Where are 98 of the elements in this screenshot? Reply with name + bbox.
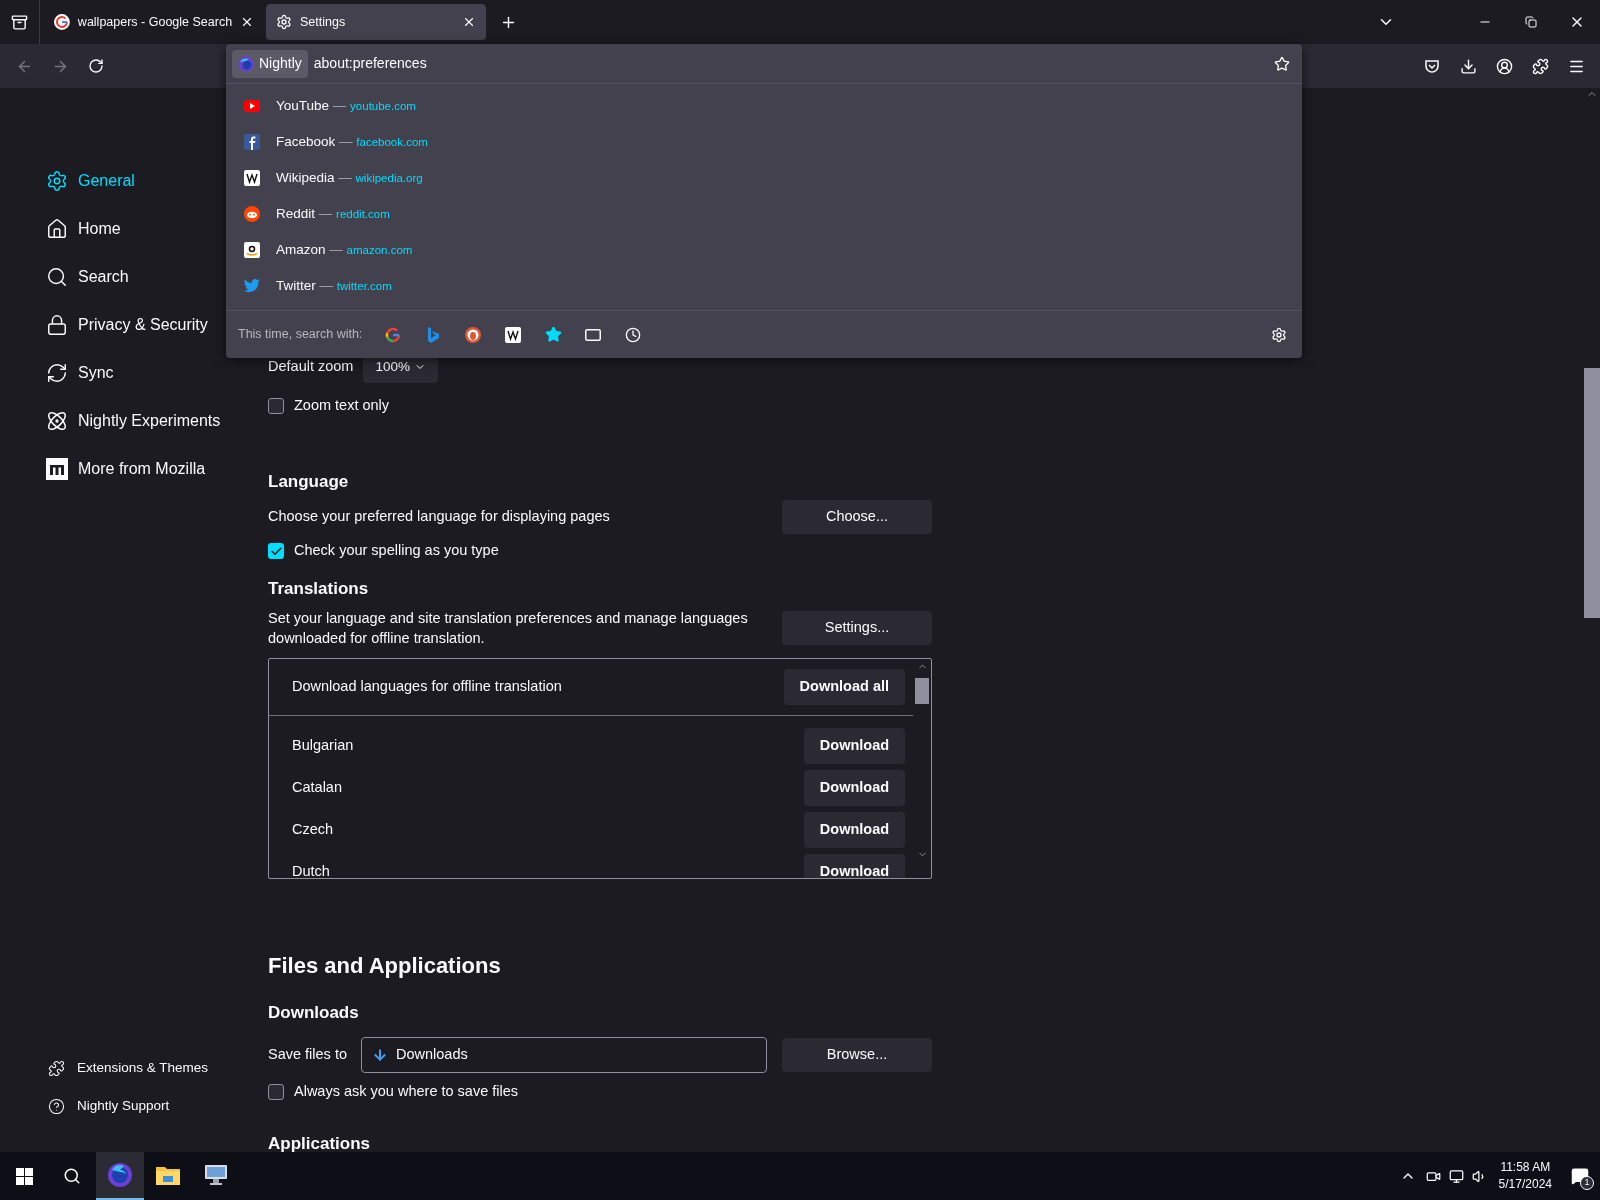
download-button[interactable]: Download [804,853,905,878]
settings-icon [276,14,292,30]
category-item[interactable]: Sync [46,349,268,397]
category-item[interactable]: Nightly Experiments [46,397,268,445]
url-field[interactable]: about:preferences [313,53,1274,74]
scrollbar-thumb[interactable] [915,677,929,704]
folder-icon [156,1165,180,1185]
smile-square-icon [244,242,260,258]
suggestion-text: YouTube — youtube.com [276,96,416,115]
section-heading: Downloads [268,1001,360,1024]
puzzle-icon [1531,57,1549,75]
notification-count: 1 [1580,1176,1594,1190]
section-title: Files and Applications [268,951,502,980]
download-button[interactable]: Download [804,727,905,764]
search-with-label: This time, search with: [238,326,363,344]
star-icon[interactable] [1274,55,1290,72]
video-play-icon [244,100,260,112]
checkbox-label: Always ask you where to save files [294,1082,519,1101]
help-icon [48,1097,65,1115]
download-all-button[interactable]: Download all [783,668,905,705]
puzzle-icon [48,1059,65,1077]
tab-title: Settings [300,13,347,31]
suggestion-row[interactable]: Facebook — facebook.com [226,124,1302,160]
suggestion-row[interactable]: YouTube — youtube.com [226,88,1302,124]
suggestion-text: Twitter — twitter.com [276,276,392,295]
search-icon [46,266,68,288]
search-icon [63,1167,81,1185]
bird-icon [244,279,260,293]
m-square-icon [46,458,68,480]
suggestion-text: Wikipedia — wikipedia.org [276,168,423,187]
choose-button[interactable]: Choose... [782,500,932,535]
description-text: Choose your preferred language for displaying pages [268,507,610,527]
arrow-down-icon [372,1047,388,1063]
f-square-icon [244,134,260,150]
wiki-square-icon [244,170,260,186]
monitor-icon [204,1164,228,1186]
settings-icon [1271,326,1287,343]
tab-icon [585,328,602,341]
scrollbar-thumb[interactable] [1584,368,1600,618]
windows-logo-icon [15,1167,33,1185]
section-heading: Translations [268,578,370,600]
suggestion-text: Facebook — facebook.com [276,132,428,151]
tab-title: wallpapers - Google Search [77,13,233,31]
restore-icon [1525,16,1537,28]
reload-icon [88,58,104,74]
section-heading: Applications [268,1132,371,1152]
checkbox[interactable] [268,543,284,560]
download-button[interactable]: Download [804,811,905,848]
tab-manager-icon [11,13,28,31]
atom-icon [46,410,68,432]
footer-link[interactable]: Extensions & Themes [46,1049,268,1087]
browser-tab[interactable]: wallpapers - Google Search [44,4,264,40]
translation-settings-button[interactable]: Settings... [782,610,932,645]
notifications-button[interactable]: 1 [1560,1152,1600,1200]
suggestion-text: Amazon — amazon.com [276,240,413,259]
list-header-text: Download languages for offline translation [292,676,562,696]
suggestion-text: Reddit — reddit.com [276,204,390,223]
language-name: Dutch [292,861,330,878]
fox-globe-icon [238,55,254,72]
settings-icon [46,170,68,192]
language-name: Bulgarian [292,735,354,755]
duck-logo-icon [465,326,482,343]
g-logo-icon [54,14,70,30]
description-text: Set your language and site translation preferences and manage languages downloaded for offline translation. [268,608,749,648]
star-icon [544,326,562,343]
g-logo-icon [385,326,402,343]
b-logo-icon [427,326,440,343]
checkbox[interactable] [268,397,284,414]
fox-globe-icon [107,1162,133,1188]
alien-icon [244,206,260,222]
lock-icon [46,314,68,336]
user-circle-icon [1495,57,1513,75]
network-icon[interactable] [1448,1168,1464,1184]
home-icon [46,218,68,240]
identity-chip[interactable]: Nightly [232,49,308,78]
checkbox[interactable] [268,1083,284,1100]
pocket-icon [1424,58,1440,74]
section-heading: Language [268,470,350,493]
clock[interactable]: 11:58 AM 5/17/2024 [1498,1159,1552,1193]
browser-tab[interactable]: Settings [266,4,486,40]
language-name: Czech [292,819,334,839]
language-name: Catalan [292,777,342,797]
download-icon [1459,57,1477,75]
download-button[interactable]: Download [804,769,905,806]
footer-link[interactable]: Nightly Support [46,1087,268,1125]
browse-button[interactable]: Browse... [782,1038,932,1072]
save-label: Save files to [268,1045,347,1065]
zoom-label: Default zoom [268,357,354,377]
checkbox-label: Check your spelling as you type [294,541,499,561]
clock-icon [625,326,642,343]
download-folder-field[interactable]: Downloads [361,1037,767,1073]
checkbox-label: Zoom text only [294,396,390,415]
taskbar-app[interactable] [96,1152,144,1200]
close-icon[interactable] [240,15,254,29]
wiki-square-icon [505,326,522,343]
close-icon[interactable] [462,15,476,29]
sync-icon [46,362,68,384]
category-item[interactable]: More from Mozilla [46,445,268,493]
